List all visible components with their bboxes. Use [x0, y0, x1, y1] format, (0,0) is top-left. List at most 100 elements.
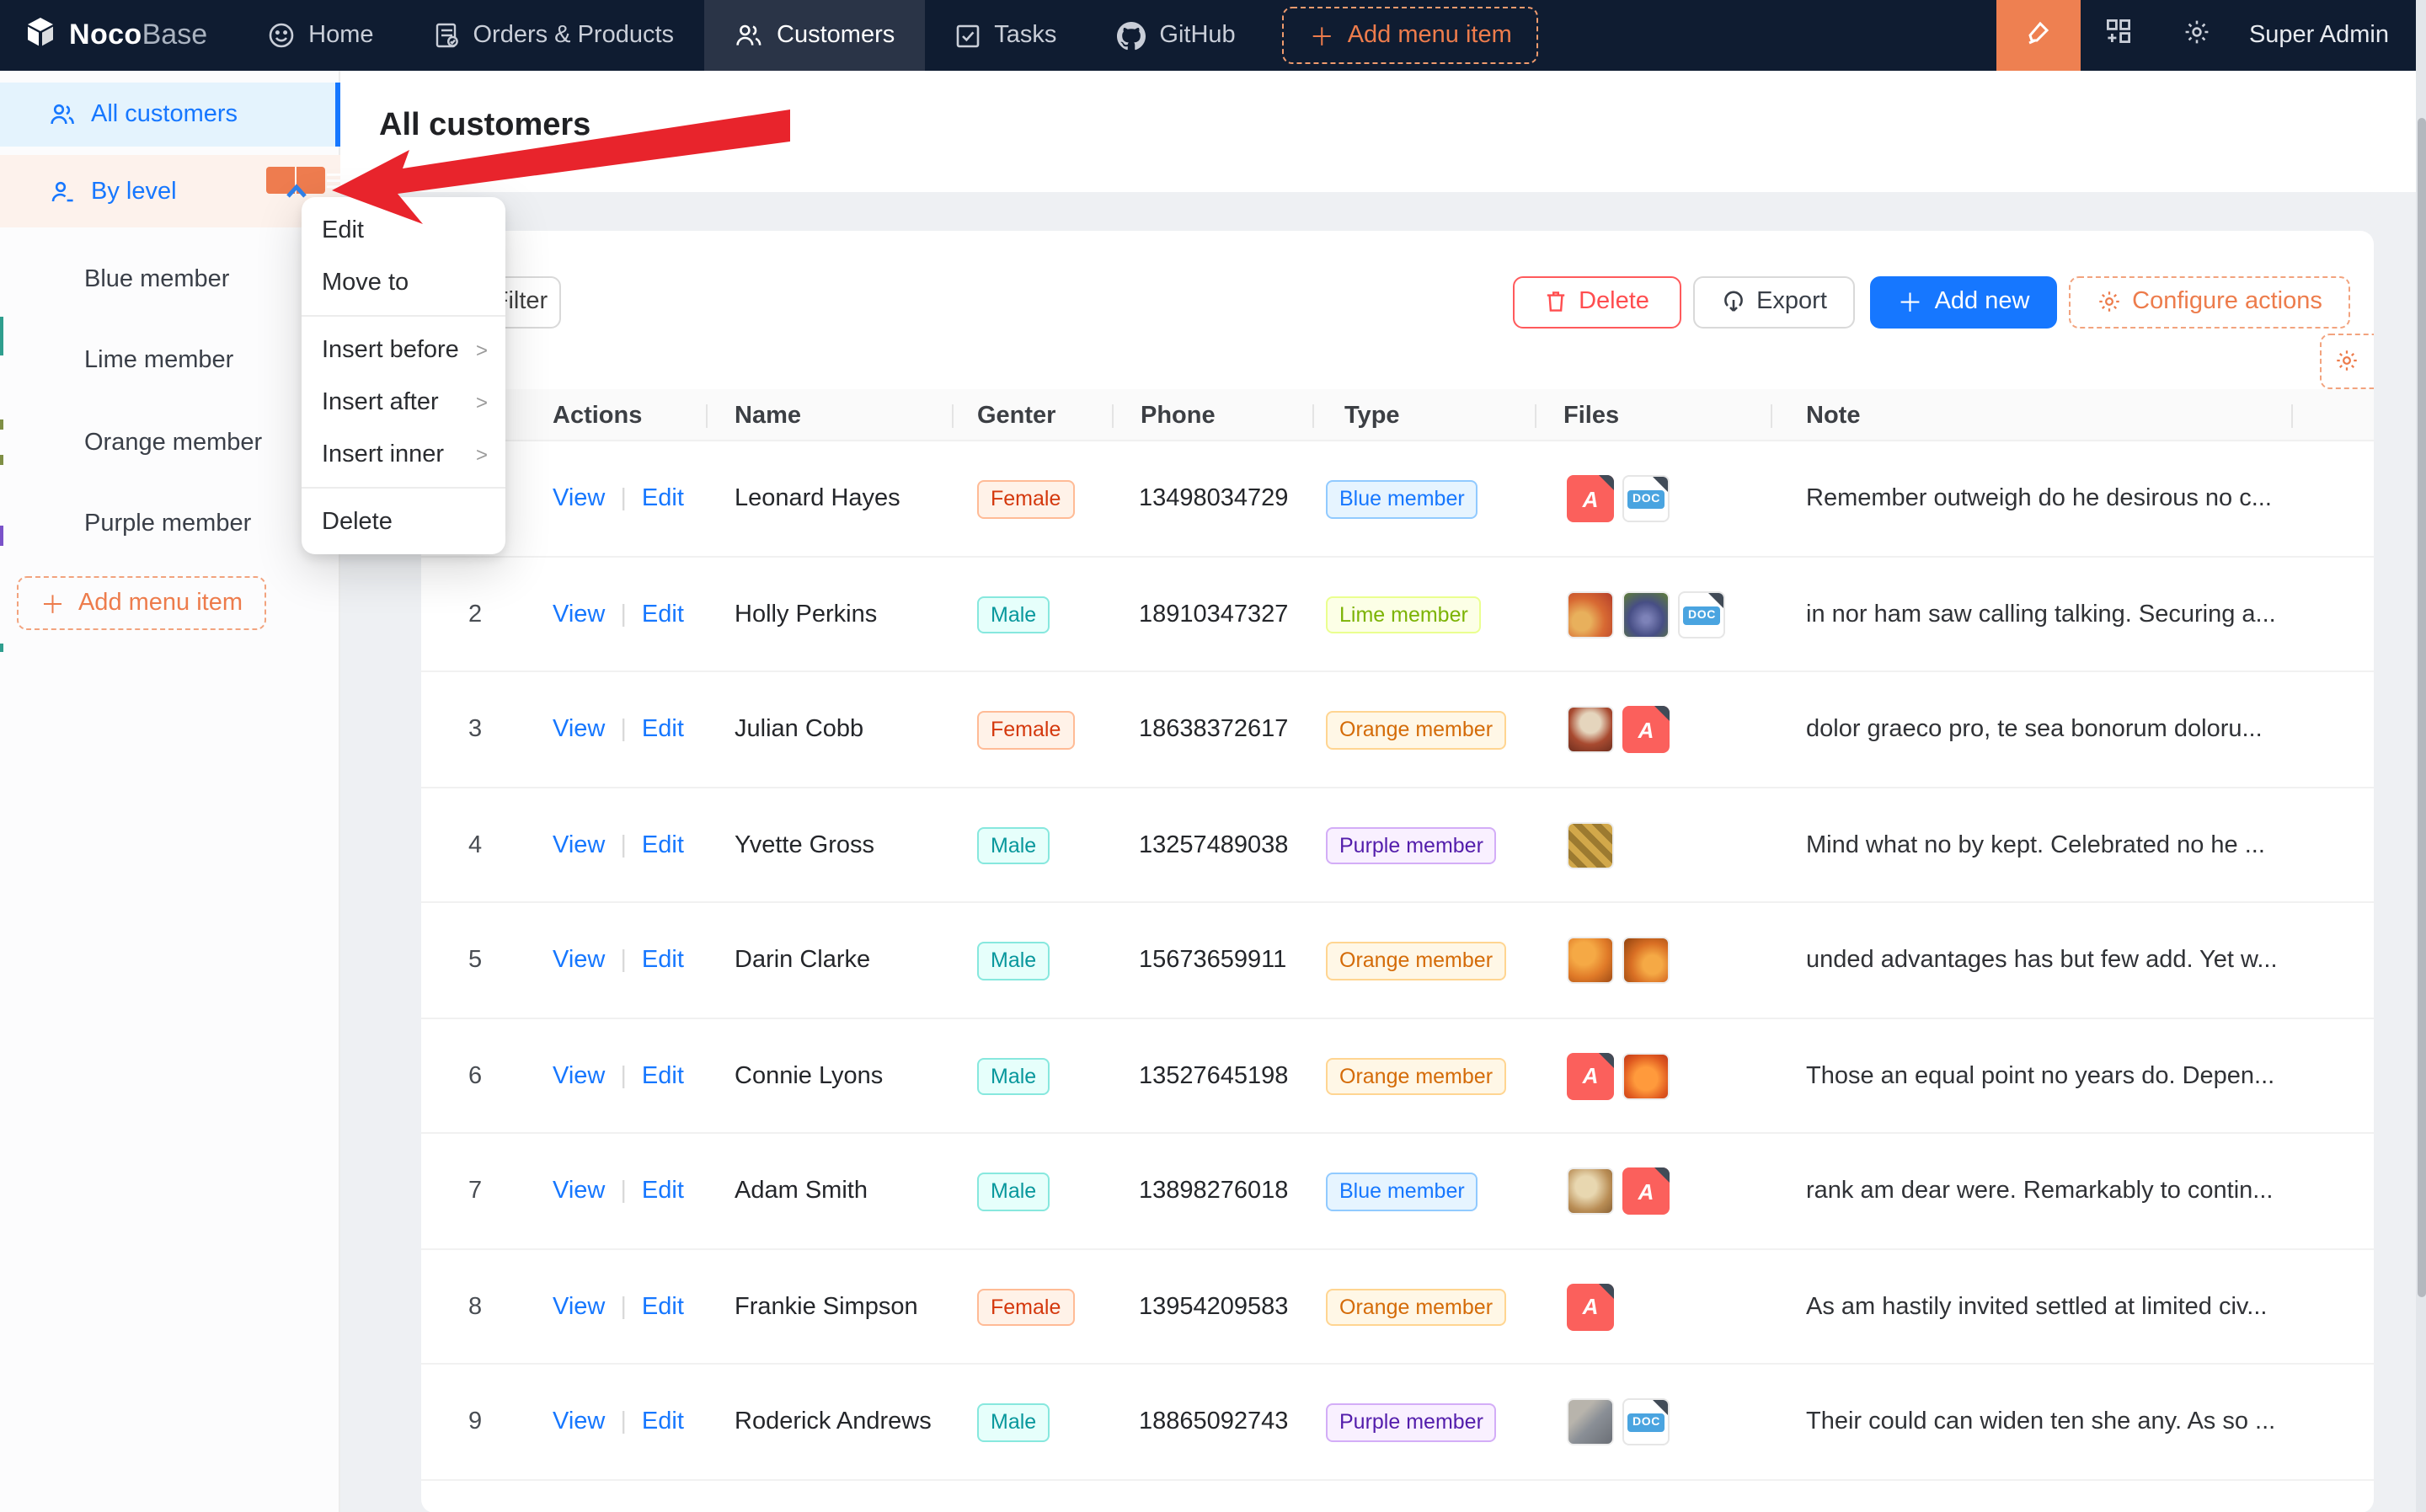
row-actions: View|Edit	[553, 557, 684, 672]
image-attachment-cookies[interactable]	[1567, 1168, 1614, 1215]
row-actions: View|Edit	[553, 1249, 684, 1365]
edit-link[interactable]: Edit	[642, 1063, 684, 1090]
view-link[interactable]: View	[553, 1294, 605, 1321]
phone-number: 13527645198	[1139, 1018, 1288, 1134]
note-text: Their could can widen ten she any. As so…	[1806, 1365, 2275, 1480]
pdf-file-icon[interactable]: A	[1567, 1284, 1614, 1331]
files-cell: DOC	[1567, 557, 1725, 672]
scrollbar-thumb[interactable]	[2417, 118, 2425, 1297]
view-link[interactable]: View	[553, 832, 605, 859]
doc-file-icon[interactable]: DOC	[1678, 591, 1725, 638]
context-menu-item-edit[interactable]: Edit	[302, 204, 505, 256]
sidebar-item-orange-member[interactable]: Orange member	[0, 416, 339, 468]
window-scrollbar[interactable]	[2416, 0, 2426, 1512]
files-cell: ADOC	[1567, 441, 1670, 557]
nav-item-customers[interactable]: Customers	[704, 0, 925, 71]
context-menu-item-insert-before[interactable]: Insert before>	[302, 323, 505, 376]
view-link[interactable]: View	[553, 601, 605, 628]
image-attachment-bowl[interactable]	[1567, 707, 1614, 754]
add-new-button[interactable]: ＋ Add new	[1870, 275, 2057, 328]
context-menu-item-move-to[interactable]: Move to	[302, 256, 505, 308]
files-cell: DOC	[1567, 1365, 1670, 1480]
doc-file-icon[interactable]: DOC	[1622, 476, 1670, 523]
image-attachment-grapes[interactable]	[1622, 591, 1670, 638]
column-header-note[interactable]: Note	[1806, 389, 1860, 441]
configure-columns-button[interactable]	[2320, 333, 2373, 388]
pdf-file-icon[interactable]: A	[1622, 1168, 1670, 1215]
type-cell: Purple member	[1326, 788, 1497, 903]
edit-link[interactable]: Edit	[642, 948, 684, 975]
image-attachment-oranges2[interactable]	[1622, 938, 1670, 985]
sidebar-item-purple-member[interactable]: Purple member	[0, 498, 339, 550]
view-link[interactable]: View	[553, 1178, 605, 1205]
sidebar-item-all-customers[interactable]: All customers	[0, 82, 339, 146]
pdf-file-icon[interactable]: A	[1622, 707, 1670, 754]
column-header-files[interactable]: Files	[1563, 389, 1619, 441]
image-attachment-honeycomb[interactable]	[1567, 822, 1614, 869]
export-button[interactable]: Export	[1693, 275, 1855, 328]
view-link[interactable]: View	[553, 486, 605, 513]
nocobase-logo[interactable]: NocoBase	[0, 14, 238, 56]
link-divider: |	[605, 832, 642, 859]
logo-cube-icon	[24, 14, 57, 56]
context-menu-item-insert-inner[interactable]: Insert inner>	[302, 428, 505, 480]
edit-link[interactable]: Edit	[642, 601, 684, 628]
view-link[interactable]: View	[553, 1409, 605, 1436]
edit-link[interactable]: Edit	[642, 1409, 684, 1436]
phone-number: 13498034729	[1139, 441, 1288, 557]
configure-actions-button[interactable]: Configure actions	[2069, 275, 2350, 328]
image-attachment-market[interactable]	[1567, 1399, 1614, 1446]
edit-link[interactable]: Edit	[642, 486, 684, 513]
nav-item-label: Home	[308, 22, 373, 49]
user-menu[interactable]: Super Admin	[2236, 22, 2416, 49]
ui-editor-button[interactable]	[1996, 0, 2081, 71]
edge-sliver	[0, 419, 3, 430]
submenu-chevron-icon: >	[476, 442, 488, 466]
edit-link[interactable]: Edit	[642, 1178, 684, 1205]
pdf-file-icon[interactable]: A	[1567, 1053, 1614, 1100]
plus-icon: ＋	[1310, 18, 1334, 53]
sidebar-add-menu-item-button[interactable]: ＋ Add menu item	[17, 576, 266, 630]
column-header-type[interactable]: Type	[1344, 389, 1400, 441]
link-divider: |	[605, 1294, 642, 1321]
gender-tag: Male	[977, 596, 1050, 633]
column-header-actions[interactable]: Actions	[553, 389, 642, 441]
view-link[interactable]: View	[553, 717, 605, 744]
member-type-tag: Orange member	[1326, 711, 1506, 749]
view-link[interactable]: View	[553, 948, 605, 975]
sidebar-item-blue-member[interactable]: Blue member	[0, 253, 339, 305]
nav-add-menu-item-button[interactable]: ＋ Add menu item	[1283, 7, 1539, 64]
member-type-tag: Purple member	[1326, 1403, 1497, 1441]
link-divider: |	[605, 601, 642, 628]
image-attachment-peach[interactable]	[1567, 591, 1614, 638]
column-divider	[1771, 403, 1772, 427]
context-menu-item-delete[interactable]: Delete	[302, 495, 505, 548]
edit-link[interactable]: Edit	[642, 832, 684, 859]
nav-item-label: GitHub	[1159, 22, 1235, 49]
doc-file-icon[interactable]: DOC	[1622, 1399, 1670, 1446]
files-cell: A	[1567, 672, 1670, 788]
gender-cell: Male	[977, 788, 1050, 903]
nav-item-tasks[interactable]: Tasks	[925, 0, 1087, 71]
delete-button[interactable]: Delete	[1513, 275, 1681, 328]
settings-button[interactable]	[2158, 0, 2236, 71]
edit-link[interactable]: Edit	[642, 717, 684, 744]
column-header-phone[interactable]: Phone	[1141, 389, 1216, 441]
sidebar-item-lime-member[interactable]: Lime member	[0, 334, 339, 387]
plus-icon: ＋	[40, 585, 65, 621]
image-attachment-orangefruit[interactable]	[1622, 1053, 1670, 1100]
pdf-file-icon[interactable]: A	[1567, 476, 1614, 523]
note-text: unded advantages has but few add. Yet w.…	[1806, 903, 2278, 1018]
context-menu-item-insert-after[interactable]: Insert after>	[302, 376, 505, 428]
nav-item-github[interactable]: GitHub	[1087, 0, 1265, 71]
plugin-manager-button[interactable]	[2081, 0, 2158, 71]
nav-item-orders-products[interactable]: Orders & Products	[404, 0, 705, 71]
column-header-name[interactable]: Name	[735, 389, 801, 441]
row-actions: View|Edit	[553, 903, 684, 1018]
nav-item-home[interactable]: Home	[238, 0, 403, 71]
image-attachment-oranges[interactable]	[1567, 938, 1614, 985]
column-header-genter[interactable]: Genter	[977, 389, 1056, 441]
orders-icon	[435, 22, 460, 49]
edit-link[interactable]: Edit	[642, 1294, 684, 1321]
view-link[interactable]: View	[553, 1063, 605, 1090]
